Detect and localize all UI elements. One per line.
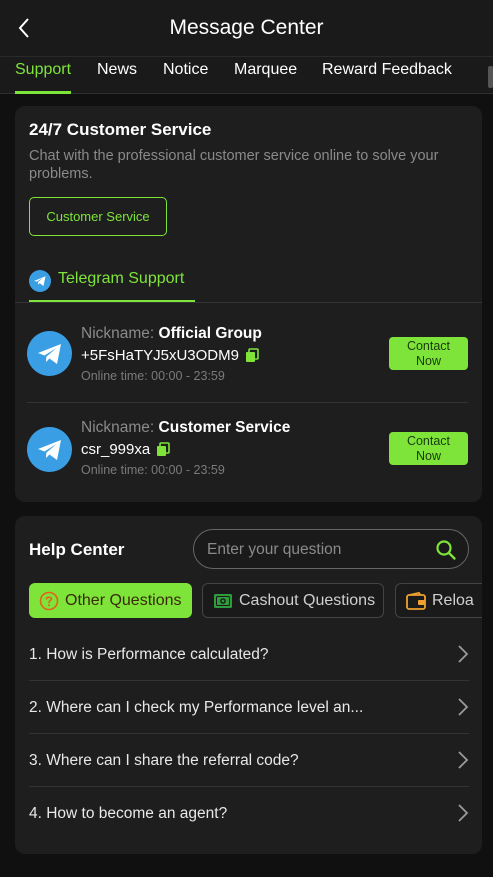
tabs-scrollbar[interactable] <box>488 66 493 88</box>
category-other-questions[interactable]: Other Questions <box>29 583 192 618</box>
tab-marquee[interactable]: Marquee <box>234 61 297 94</box>
header-bar: Message Center <box>0 0 493 56</box>
telegram-icon <box>29 270 51 292</box>
faq-item[interactable]: 3. Where can I share the referral code? <box>29 734 469 787</box>
chevron-right-icon <box>458 804 469 822</box>
chevron-right-icon <box>458 645 469 663</box>
contact-nickname: Nickname: Customer Service <box>81 419 291 436</box>
telegram-icon <box>27 331 72 376</box>
faq-question: 1. How is Performance calculated? <box>29 646 269 663</box>
telegram-support-label: Telegram Support <box>58 270 185 287</box>
category-reload[interactable]: Reloa <box>395 583 482 618</box>
wallet-icon <box>406 591 426 610</box>
contact-id: +5FsHaTYJ5xU3ODM9 <box>81 347 259 364</box>
faq-item[interactable]: 2. Where can I check my Performance leve… <box>29 681 469 734</box>
contact-id: csr_999xa <box>81 441 171 458</box>
category-cashout-questions[interactable]: Cashout Questions <box>202 583 384 618</box>
divider <box>15 302 482 303</box>
chevron-right-icon <box>458 751 469 769</box>
contact-item: Nickname: Customer Service csr_999xa Onl… <box>27 402 468 492</box>
back-button[interactable] <box>12 14 36 42</box>
help-center-title: Help Center <box>29 540 125 559</box>
search-box <box>193 529 469 569</box>
customer-service-button[interactable]: Customer Service <box>29 197 167 236</box>
tab-notice[interactable]: Notice <box>163 61 208 94</box>
contact-nickname: Nickname: Official Group <box>81 325 262 342</box>
faq-question: 3. Where can I share the referral code? <box>29 752 299 769</box>
tab-news[interactable]: News <box>97 61 137 94</box>
tab-bar: Support News Notice Marquee Reward Feedb… <box>0 56 493 94</box>
cash-icon <box>213 593 233 609</box>
tab-support[interactable]: Support <box>15 61 72 94</box>
search-icon[interactable] <box>435 539 457 566</box>
faq-item[interactable]: 4. How to become an agent? <box>29 787 469 840</box>
chevron-left-icon <box>18 18 29 38</box>
search-input[interactable] <box>207 539 422 561</box>
contact-online-time: Online time: 00:00 - 23:59 <box>81 463 225 477</box>
contact-now-button[interactable]: Contact Now <box>389 337 468 370</box>
customer-service-description: Chat with the professional customer serv… <box>29 148 439 182</box>
contact-now-button[interactable]: Contact Now <box>389 432 468 465</box>
page-title: Message Center <box>169 16 324 39</box>
question-circle-icon <box>39 591 59 611</box>
copy-icon[interactable] <box>156 442 171 457</box>
faq-item[interactable]: 1. How is Performance calculated? <box>29 628 469 681</box>
contact-online-time: Online time: 00:00 - 23:59 <box>81 369 225 383</box>
customer-service-title: 24/7 Customer Service <box>29 120 212 139</box>
customer-service-card: 24/7 Customer Service Chat with the prof… <box>15 106 482 502</box>
tab-telegram-support[interactable]: Telegram Support <box>29 266 195 302</box>
chevron-right-icon <box>458 698 469 716</box>
copy-icon[interactable] <box>245 348 259 363</box>
faq-question: 4. How to become an agent? <box>29 805 228 822</box>
faq-question: 2. Where can I check my Performance leve… <box>29 699 364 716</box>
help-center-card: Help Center Other Questions <box>15 516 482 854</box>
contact-item: Nickname: Official Group +5FsHaTYJ5xU3OD… <box>27 308 468 398</box>
tab-reward-feedback[interactable]: Reward Feedback <box>322 61 452 94</box>
telegram-icon <box>27 427 72 472</box>
